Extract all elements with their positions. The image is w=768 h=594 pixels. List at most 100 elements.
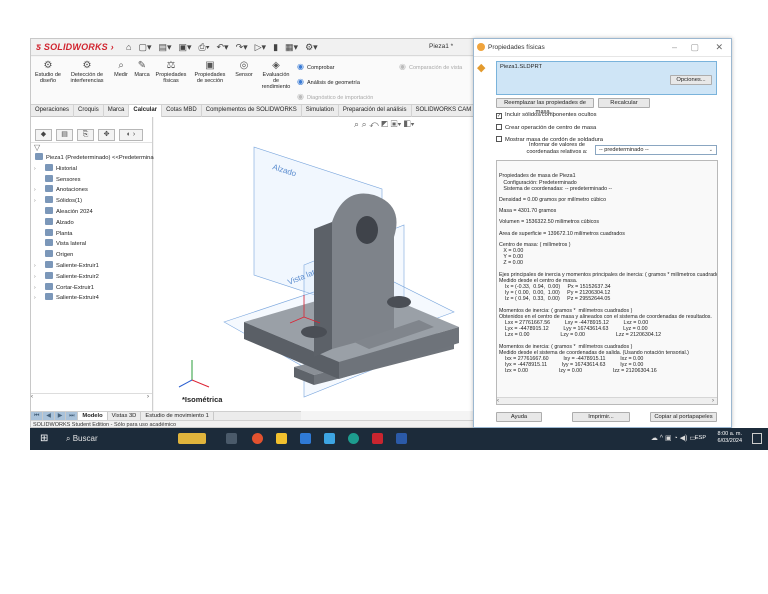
tree-item[interactable]: Origen [31, 250, 152, 261]
tab-command-4[interactable]: Cotas MBD [162, 105, 202, 117]
tab-model-2[interactable]: Estudio de movimiento 1 [141, 412, 214, 420]
feature-manager-tab[interactable]: ◆ [35, 129, 52, 141]
tree-item[interactable]: › Cortar-Extruir1 [31, 282, 152, 294]
word-icon[interactable] [396, 433, 407, 444]
edge-icon[interactable] [348, 433, 359, 444]
tab-command-7[interactable]: Preparación del análisis [339, 105, 412, 117]
tab-model-1[interactable]: Vistas 3D [108, 412, 142, 420]
geometry-analysis-button[interactable]: ◉ Análisis de geometría [297, 77, 360, 86]
tab-command-2[interactable]: Marca [104, 105, 130, 117]
language-indicator[interactable]: ESP [695, 435, 706, 441]
check-button[interactable]: ◉ Comprobar [297, 62, 335, 71]
sensor-button[interactable]: ◎ Sensor [232, 60, 256, 78]
tab-command-5[interactable]: Complementos de SOLIDWORKS [202, 105, 302, 117]
coordinate-system-select[interactable]: -- predeterminado -- ⌄ [595, 145, 717, 155]
print-button[interactable]: Imprimir... [572, 412, 630, 422]
tree-item[interactable]: Sensores [31, 174, 152, 186]
minimize-icon[interactable]: – [672, 42, 677, 52]
maximize-icon[interactable]: ▢ [690, 42, 699, 53]
task-view-icon[interactable] [226, 433, 237, 444]
filter-icon[interactable]: ▽ [34, 143, 40, 152]
checkbox-checked[interactable]: ✓ [496, 113, 502, 119]
expand-arrow-icon[interactable]: › [34, 261, 36, 272]
home-icon[interactable]: ⌂ [126, 42, 131, 52]
import-diagnostics-button[interactable]: ◉ Diagnóstico de importación [297, 92, 373, 101]
print-icon[interactable]: ⎙▾ [199, 42, 210, 52]
tree-item[interactable]: › Anotaciones [31, 185, 152, 196]
mass-properties-button[interactable]: ⚖ Propiedades físicas [154, 60, 188, 84]
design-study-button[interactable]: ⚙ Estudio de diseño [34, 60, 62, 84]
system-tray[interactable]: ☁ ^ ▣ ◔ ◀) ▭ [651, 434, 696, 442]
select-icon[interactable]: ▷▾ [255, 42, 266, 52]
chrome-icon[interactable] [252, 433, 263, 444]
expand-arrow-icon[interactable]: › [34, 164, 36, 175]
new-icon[interactable]: ▢▾ [138, 42, 151, 52]
configuration-manager-tab[interactable]: ⎘ [77, 129, 94, 141]
tree-item[interactable]: Vista lateral [31, 239, 152, 250]
clock[interactable]: 8:00 a. m. 6/03/2024 [718, 431, 742, 445]
store-icon[interactable] [300, 433, 311, 444]
tree-item[interactable]: › Saliente-Extruir1 [31, 260, 152, 272]
tree-horizontal-scrollbar[interactable]: ‹ › [31, 393, 152, 400]
recalculate-button[interactable]: Recalcular [598, 98, 650, 108]
tree-item[interactable]: › Saliente-Extruir4 [31, 293, 152, 304]
section-properties-button[interactable]: ▣ Propiedades de sección [191, 60, 229, 84]
markup-button[interactable]: ✎ Marca [132, 60, 152, 78]
graphics-area[interactable]: ⌕ ⌕ ↶ ◩ ▣▾ ◧▾ Alzado Vista lateral *Isom… [154, 117, 474, 411]
expand-arrow-icon[interactable]: › [34, 272, 36, 283]
file-explorer-icon[interactable] [276, 433, 287, 444]
file-properties-icon[interactable]: ▦▾ [285, 42, 298, 52]
performance-button[interactable]: ◈ Evaluación de rendimiento [259, 60, 293, 90]
tab-command-0[interactable]: Operaciones [31, 105, 75, 117]
compare-button[interactable]: ◉ Comparación de vista [399, 62, 462, 71]
expand-arrow-icon[interactable]: › [34, 185, 36, 196]
tree-item[interactable]: › Sólidos(1) [31, 196, 152, 207]
save-icon[interactable]: ▣▾ [179, 42, 192, 52]
rebuild-icon[interactable]: ▮ [273, 42, 278, 52]
dimxpert-tab[interactable]: ✥ [98, 129, 115, 141]
options-button[interactable]: Opciones... [670, 75, 712, 85]
expand-arrow-icon[interactable]: › [34, 293, 36, 304]
expand-arrow-icon[interactable]: › [34, 196, 36, 207]
tab-command-1[interactable]: Croquis [74, 105, 104, 117]
create-com-checkbox[interactable]: Crear operación de centro de masa [496, 124, 596, 131]
tree-item[interactable]: Planta [31, 228, 152, 240]
results-panel[interactable]: Propiedades de masa de Pieza1 Configurac… [496, 160, 718, 405]
tree-item[interactable]: › Saliente-Extruir2 [31, 271, 152, 283]
include-hidden-checkbox[interactable]: ✓ Incluir sólidos/componentes ocultos [496, 112, 597, 119]
tree-item[interactable]: Aleación 2024 [31, 206, 152, 218]
results-horizontal-scrollbar[interactable]: ‹ › [497, 397, 717, 404]
display-manager-tab[interactable]: ◐ › [119, 129, 143, 141]
taskbar-search[interactable]: ⌕ Buscar [58, 431, 158, 447]
options-icon[interactable]: ⚙▾ [305, 42, 318, 52]
redo-icon[interactable]: ↷▾ [236, 42, 248, 52]
close-icon[interactable]: ✕ [715, 42, 723, 53]
tab-command-3[interactable]: Calcular [129, 105, 163, 117]
tree-item[interactable]: Pieza1 (Predeterminado) <<Predeterminado… [31, 153, 163, 164]
tree-item[interactable]: › Historial [31, 163, 152, 175]
expand-arrow-icon[interactable]: › [34, 283, 36, 294]
override-mass-button[interactable]: Reemplazar las propiedades de masa... [496, 98, 594, 115]
open-icon[interactable]: ▤▾ [158, 42, 171, 52]
tab-command-8[interactable]: SOLIDWORKS CAM [412, 105, 477, 117]
help-button[interactable]: Ayuda [496, 412, 542, 422]
property-manager-tab[interactable]: ▤ [56, 129, 73, 141]
selection-box[interactable]: Pieza1.SLDPRT Opciones... [496, 61, 717, 95]
interference-button[interactable]: ⚙ Detección de interferencias [66, 60, 108, 84]
tab-scroll-icon[interactable]: ▶ [54, 412, 67, 420]
quick-access-toolbar[interactable]: ⌂ ▢▾ ▤▾ ▣▾ ⎙▾ ↶▾ ↷▾ ▷▾ ▮ ▦▾ ⚙▾ [126, 42, 325, 53]
tab-scroll-icon[interactable]: ◀ [43, 412, 55, 420]
taskbar-widget-icon[interactable] [178, 433, 206, 444]
tree-item[interactable]: Alzado [31, 217, 152, 229]
checkbox-unchecked[interactable] [496, 136, 502, 142]
tab-command-6[interactable]: Simulation [302, 105, 339, 117]
undo-icon[interactable]: ↶▾ [217, 42, 229, 52]
copy-clipboard-button[interactable]: Copiar al portapapeles [650, 412, 717, 422]
checkbox-unchecked[interactable] [496, 124, 502, 130]
tab-model-0[interactable]: Modelo [78, 412, 108, 420]
solidworks-taskbar-icon[interactable] [372, 433, 383, 444]
notification-icon[interactable] [752, 433, 762, 444]
mail-icon[interactable] [324, 433, 335, 444]
windows-start-icon[interactable]: ⊞ [40, 434, 50, 444]
measure-button[interactable]: ⌕ Medir [111, 60, 131, 78]
